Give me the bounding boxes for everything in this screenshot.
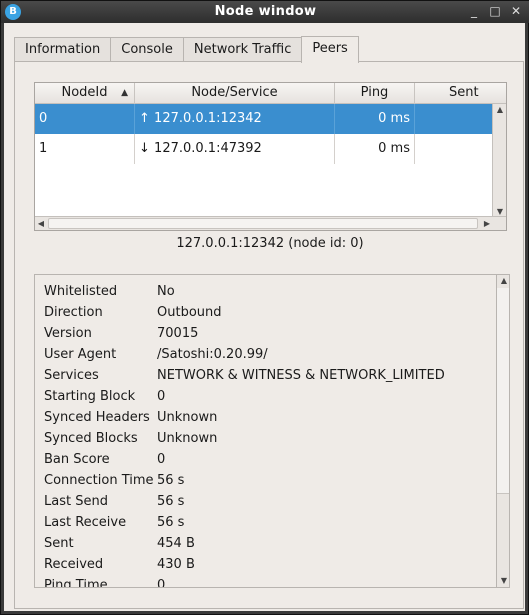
detail-label: Ping Time bbox=[44, 578, 108, 588]
detail-value[interactable]: 0 bbox=[157, 386, 165, 407]
tab-bar: Information Console Network Traffic Peer… bbox=[14, 36, 359, 63]
detail-value[interactable]: 0 bbox=[157, 449, 165, 470]
detail-value[interactable]: Outbound bbox=[157, 302, 222, 323]
column-header-ping[interactable]: Ping bbox=[335, 83, 415, 104]
node-window: B Node window _ □ ✕ Information Console … bbox=[0, 0, 529, 615]
detail-value[interactable]: 70015 bbox=[157, 323, 198, 344]
detail-label: Sent bbox=[44, 536, 74, 551]
cell-node-id: 0 bbox=[35, 104, 135, 134]
detail-label: Synced Headers bbox=[44, 410, 150, 425]
detail-value[interactable]: 56 s bbox=[157, 470, 184, 491]
close-icon[interactable]: ✕ bbox=[509, 4, 523, 18]
cell-ping: 0 ms bbox=[335, 104, 415, 134]
scrollbar-thumb[interactable] bbox=[48, 218, 478, 229]
inbound-arrow-icon: ↓ bbox=[139, 141, 150, 156]
scrollbar-track[interactable] bbox=[497, 288, 509, 494]
detail-label: Direction bbox=[44, 305, 103, 320]
cell-node-id: 1 bbox=[35, 134, 135, 164]
selected-peer-heading: 127.0.0.1:12342 (node id: 0) bbox=[176, 236, 364, 251]
column-header-nodeid[interactable]: NodeId ▲ bbox=[35, 83, 135, 104]
table-header: NodeId ▲ Node/Service Ping Sent bbox=[35, 83, 506, 104]
detail-label: Services bbox=[44, 368, 99, 383]
detail-value[interactable]: 56 s bbox=[157, 512, 184, 533]
detail-value[interactable]: Unknown bbox=[157, 428, 217, 449]
peer-details: Whitelisted No Direction Outbound Version 700… bbox=[34, 274, 496, 588]
detail-label: User Agent bbox=[44, 347, 117, 362]
outbound-arrow-icon: ↑ bbox=[139, 111, 150, 126]
scroll-left-icon[interactable]: ◀ bbox=[35, 218, 47, 230]
table-horizontal-scrollbar[interactable]: ◀ ▶ bbox=[35, 216, 506, 230]
scroll-up-icon[interactable]: ▲ bbox=[494, 104, 506, 116]
detail-value[interactable]: 0 bbox=[157, 575, 165, 587]
detail-value[interactable]: No bbox=[157, 281, 175, 302]
scroll-up-icon[interactable]: ▲ bbox=[498, 275, 510, 287]
detail-label: Last Receive bbox=[44, 515, 127, 530]
detail-value[interactable]: 56 s bbox=[157, 491, 184, 512]
cell-node-service: ↑ 127.0.0.1:12342 bbox=[135, 104, 335, 134]
scroll-down-icon[interactable]: ▼ bbox=[498, 575, 510, 587]
cell-node-service: ↓ 127.0.0.1:47392 bbox=[135, 134, 335, 164]
detail-label: Synced Blocks bbox=[44, 431, 138, 446]
tab-information[interactable]: Information bbox=[14, 37, 112, 62]
window-title: Node window bbox=[214, 4, 317, 19]
details-vertical-scrollbar[interactable]: ▲ ▼ bbox=[496, 274, 510, 588]
detail-label: Connection Time bbox=[44, 473, 154, 488]
detail-label: Last Send bbox=[44, 494, 108, 509]
detail-label: Version bbox=[44, 326, 92, 341]
column-header-sent[interactable]: Sent bbox=[415, 83, 506, 104]
peers-panel: NodeId ▲ Node/Service Ping Sent 0 ↑ 127.… bbox=[14, 61, 524, 609]
detail-label: Starting Block bbox=[44, 389, 136, 404]
detail-label: Ban Score bbox=[44, 452, 110, 467]
tab-peers[interactable]: Peers bbox=[301, 36, 359, 63]
detail-value[interactable]: 454 B bbox=[157, 533, 195, 554]
table-vertical-scrollbar[interactable]: ▲ ▼ bbox=[492, 104, 506, 218]
detail-value[interactable]: /Satoshi:0.20.99/ bbox=[157, 344, 268, 365]
peers-table: NodeId ▲ Node/Service Ping Sent 0 ↑ 127.… bbox=[34, 82, 507, 231]
sort-ascending-icon: ▲ bbox=[121, 88, 128, 98]
cell-ping: 0 ms bbox=[335, 134, 415, 164]
detail-value[interactable]: Unknown bbox=[157, 407, 217, 428]
cell-service-address: 127.0.0.1:12342 bbox=[154, 111, 262, 126]
tab-console[interactable]: Console bbox=[110, 37, 184, 62]
detail-value[interactable]: 430 B bbox=[157, 554, 195, 575]
window-client: Information Console Network Traffic Peer… bbox=[4, 23, 525, 611]
detail-value[interactable]: NETWORK & WITNESS & NETWORK_LIMITED bbox=[157, 365, 445, 386]
table-row[interactable]: 0 ↑ 127.0.0.1:12342 0 ms 4 bbox=[35, 104, 506, 134]
detail-label: Received bbox=[44, 557, 104, 572]
cell-service-address: 127.0.0.1:47392 bbox=[154, 141, 262, 156]
column-header-node-service[interactable]: Node/Service bbox=[135, 83, 335, 104]
scroll-right-icon[interactable]: ▶ bbox=[481, 218, 493, 230]
detail-label: Whitelisted bbox=[44, 284, 118, 299]
tab-network-traffic[interactable]: Network Traffic bbox=[182, 37, 303, 62]
title-bar[interactable]: B Node window _ □ ✕ bbox=[1, 1, 529, 23]
table-row[interactable]: 1 ↓ 127.0.0.1:47392 0 ms 3 bbox=[35, 134, 506, 164]
maximize-icon[interactable]: □ bbox=[488, 4, 502, 18]
minimize-icon[interactable]: _ bbox=[467, 4, 481, 18]
column-header-label: NodeId bbox=[61, 85, 108, 100]
